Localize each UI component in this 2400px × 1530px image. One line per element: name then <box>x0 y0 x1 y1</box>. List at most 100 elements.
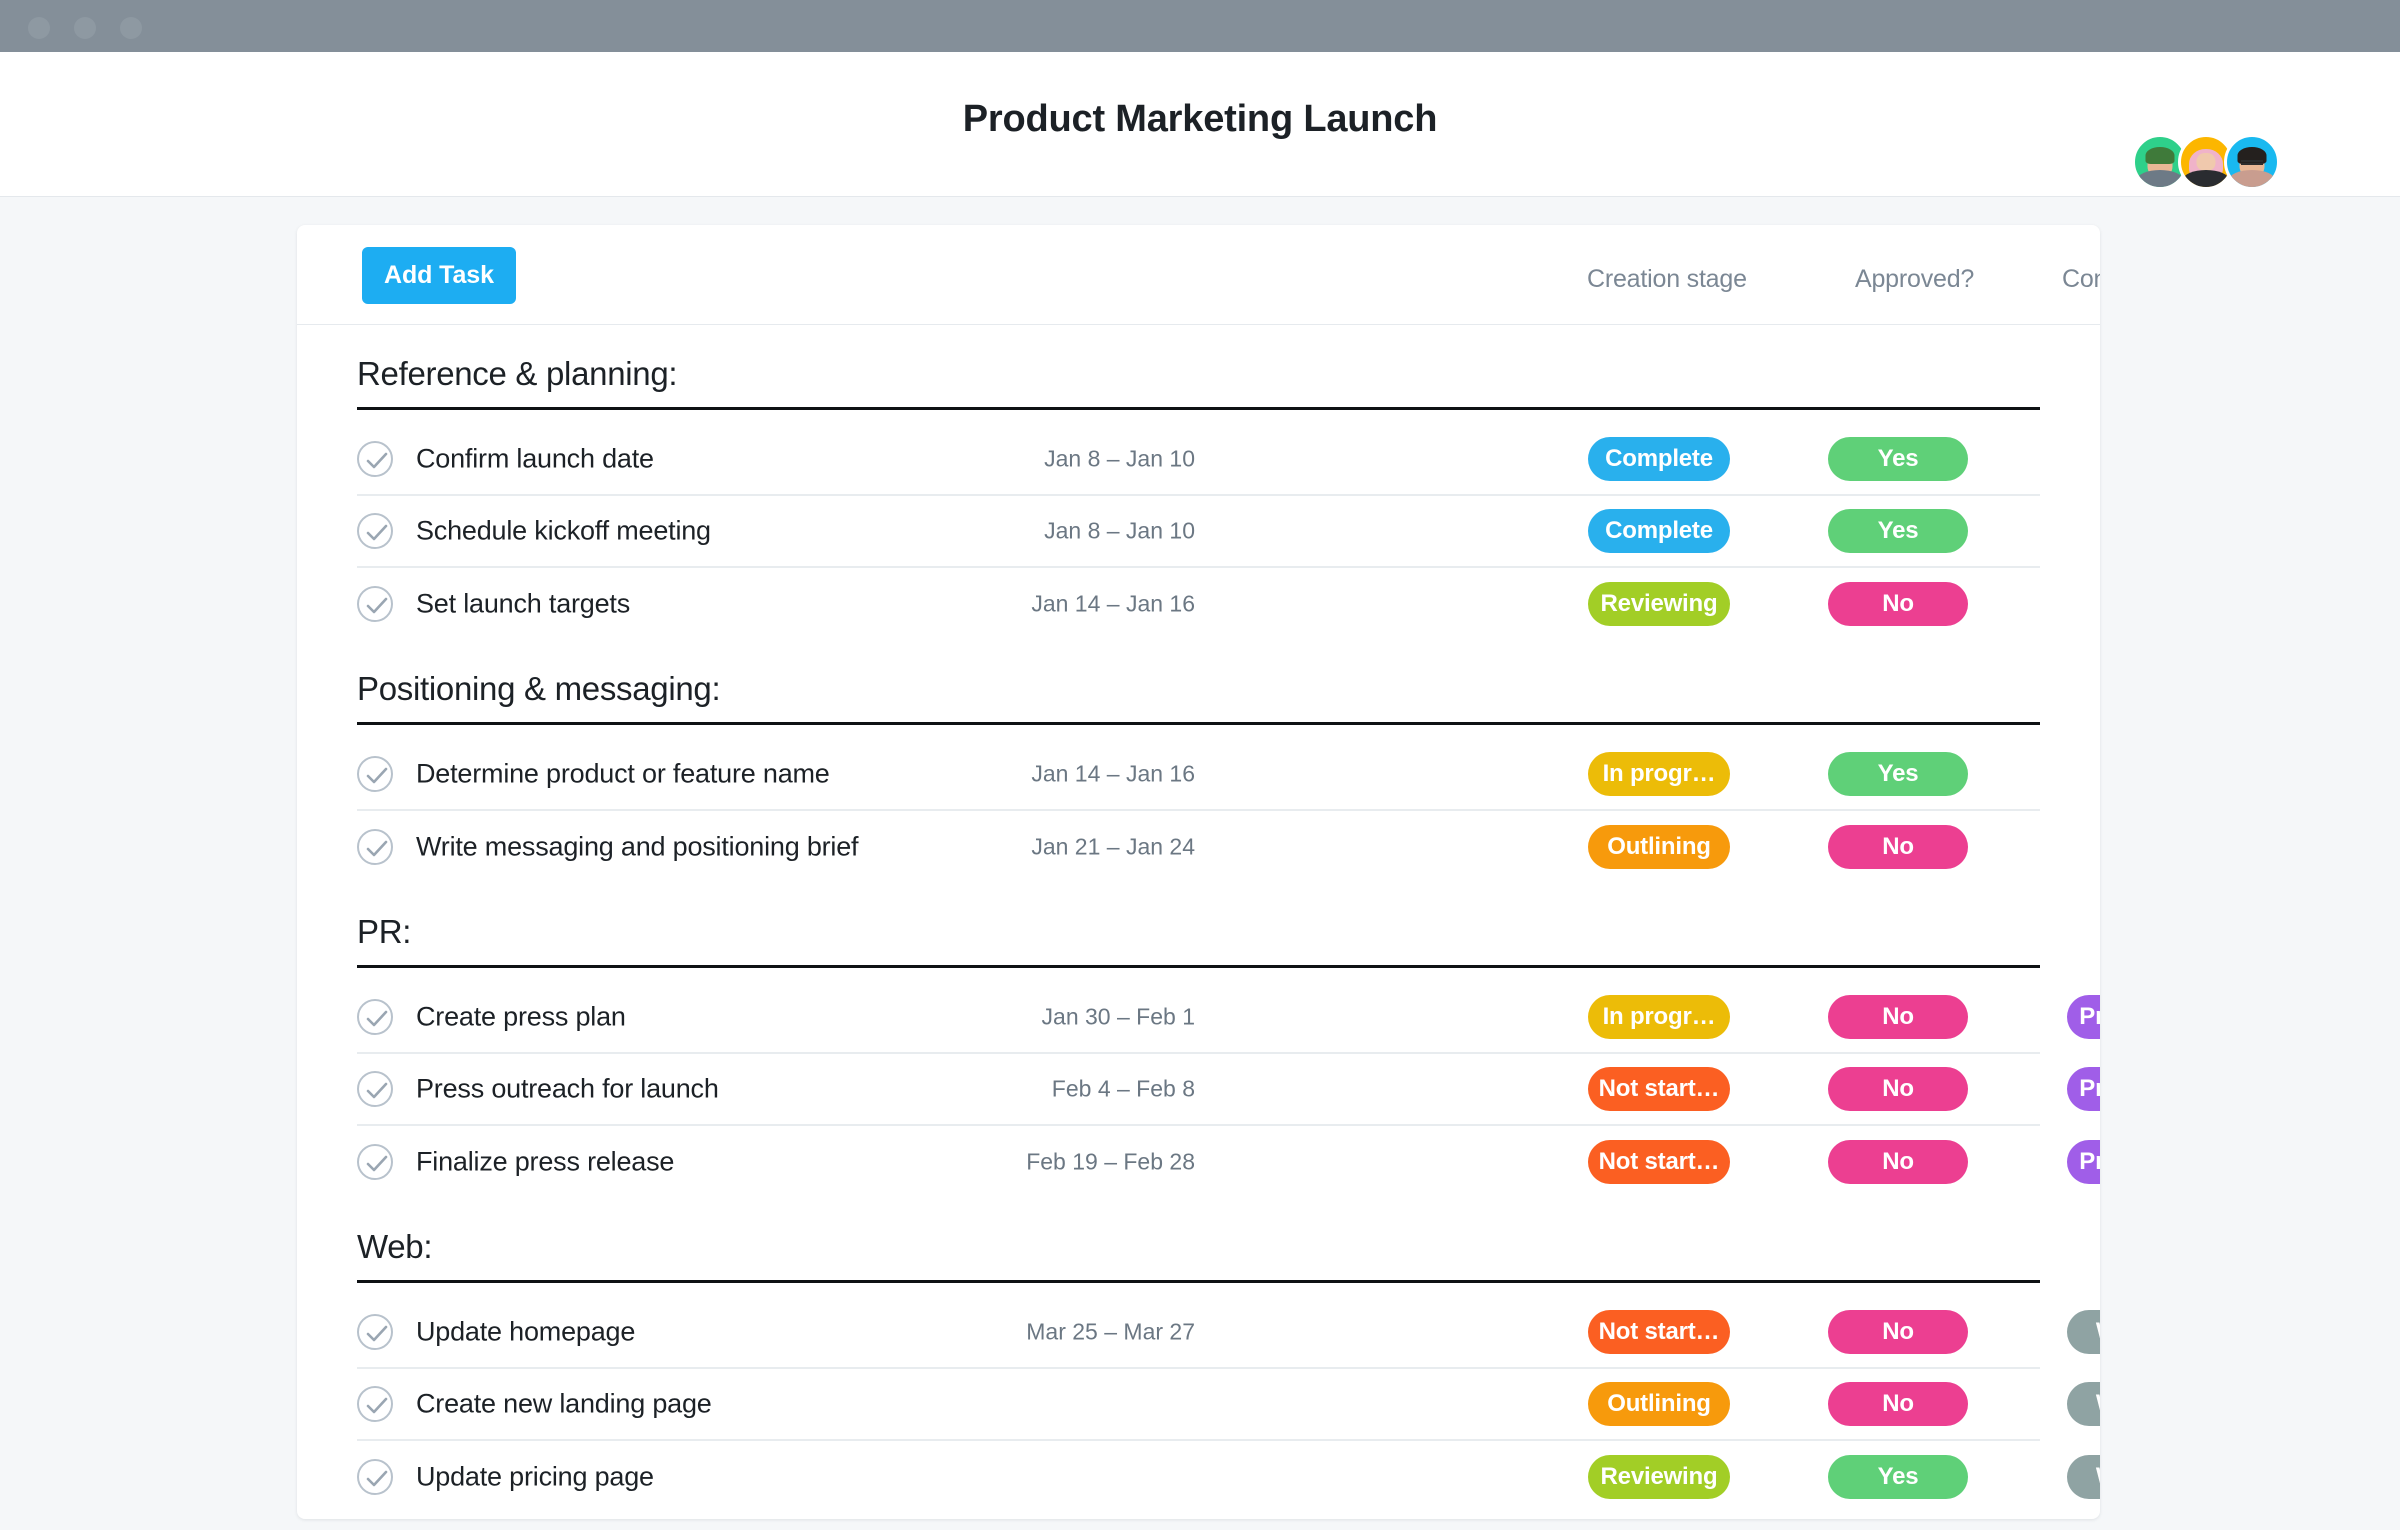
section-title[interactable]: Positioning & messaging: <box>297 640 2100 722</box>
task-approved-pill[interactable]: No <box>1828 1382 1968 1426</box>
task-name[interactable]: Set launch targets <box>416 589 630 620</box>
task-row[interactable]: Update homepage Mar 25 – Mar 27 Not start…… <box>357 1297 2100 1369</box>
task-creation-stage-pill[interactable]: Outlining <box>1588 1382 1730 1426</box>
column-header-approved[interactable]: Approved? <box>1855 265 1974 294</box>
task-row[interactable]: Press outreach for launch Feb 4 – Feb 8 No… <box>357 1054 2100 1126</box>
task-complete-checkbox[interactable] <box>357 1459 393 1495</box>
task-content-channel-pill[interactable]: Website <box>2067 1455 2100 1499</box>
task-content-channel-pill[interactable]: Website <box>2067 1310 2100 1354</box>
avatar-team-member-blue[interactable] <box>2224 134 2280 190</box>
check-icon <box>366 1470 388 1487</box>
check-icon <box>366 840 388 857</box>
section-title[interactable]: Reference & planning: <box>297 325 2100 407</box>
task-creation-stage-pill[interactable]: Outlining <box>1588 825 1730 869</box>
task-creation-stage-pill[interactable]: Reviewing <box>1588 1455 1730 1499</box>
check-icon <box>366 1325 388 1342</box>
column-headers: Creation stage Approved? Content channel <box>297 225 2100 325</box>
task-complete-checkbox[interactable] <box>357 1386 393 1422</box>
avatar-face <box>2196 153 2216 171</box>
task-complete-checkbox[interactable] <box>357 756 393 792</box>
column-header-creation-stage[interactable]: Creation stage <box>1587 265 1747 294</box>
task-approved-pill[interactable]: Yes <box>1828 752 1968 796</box>
task-date-range[interactable]: Jan 14 – Jan 16 <box>1031 761 1195 788</box>
task-approved-pill[interactable]: Yes <box>1828 509 1968 553</box>
check-icon <box>366 597 388 614</box>
task-row[interactable]: Create new landing page Outlining No Websit… <box>357 1369 2100 1441</box>
task-name[interactable]: Press outreach for launch <box>416 1074 719 1105</box>
task-creation-stage-pill[interactable]: Not start… <box>1588 1067 1730 1111</box>
task-approved-pill[interactable]: No <box>1828 1067 1968 1111</box>
check-icon <box>366 1397 388 1414</box>
task-date-range[interactable]: Jan 30 – Feb 1 <box>1042 1004 1195 1031</box>
check-icon <box>366 1155 388 1172</box>
team-avatar-group <box>2132 134 2280 190</box>
task-row[interactable]: Update pricing page Reviewing Yes Website <box>357 1441 2100 1513</box>
minimize-window-icon[interactable] <box>74 17 96 39</box>
task-name[interactable]: Write messaging and positioning brief <box>416 832 859 863</box>
task-creation-stage-pill[interactable]: In progr… <box>1588 752 1730 796</box>
task-row[interactable]: Confirm launch date Jan 8 – Jan 10 Complet… <box>357 424 2040 496</box>
task-date-range[interactable]: Jan 21 – Jan 24 <box>1031 834 1195 861</box>
task-name[interactable]: Create press plan <box>416 1002 626 1033</box>
task-date-range[interactable]: Jan 8 – Jan 10 <box>1044 446 1195 473</box>
task-section: Positioning & messaging: Determine produc… <box>297 640 2100 883</box>
task-complete-checkbox[interactable] <box>357 1071 393 1107</box>
task-date-range[interactable]: Feb 19 – Feb 28 <box>1026 1149 1195 1176</box>
task-approved-pill[interactable]: No <box>1828 582 1968 626</box>
close-window-icon[interactable] <box>28 17 50 39</box>
section-title[interactable]: Web: <box>297 1198 2100 1280</box>
task-approved-pill[interactable]: No <box>1828 995 1968 1039</box>
avatar-hair <box>2145 146 2175 164</box>
task-approved-pill[interactable]: Yes <box>1828 1455 1968 1499</box>
task-row[interactable]: Determine product or feature name Jan 14 … <box>357 739 2040 811</box>
task-name[interactable]: Determine product or feature name <box>416 759 830 790</box>
task-complete-checkbox[interactable] <box>357 1314 393 1350</box>
task-row[interactable]: Create press plan Jan 30 – Feb 1 In progr…… <box>357 982 2100 1054</box>
task-row[interactable]: Write messaging and positioning brief Jan… <box>357 811 2040 883</box>
task-creation-stage-pill[interactable]: Complete <box>1588 509 1730 553</box>
glasses-icon <box>2241 160 2263 165</box>
app-header: Product Marketing Launch <box>0 52 2400 197</box>
task-row[interactable]: Set launch targets Jan 14 – Jan 16 Reviewi… <box>357 568 2040 640</box>
task-row[interactable]: Schedule kickoff meeting Jan 8 – Jan 10 Co… <box>357 496 2040 568</box>
task-complete-checkbox[interactable] <box>357 829 393 865</box>
task-content-channel-pill[interactable]: Press rel… <box>2067 995 2100 1039</box>
avatar-body <box>2183 170 2229 187</box>
task-creation-stage-pill[interactable]: Complete <box>1588 437 1730 481</box>
column-header-content-channel[interactable]: Content channel <box>2062 265 2100 294</box>
task-name[interactable]: Schedule kickoff meeting <box>416 516 711 547</box>
task-complete-checkbox[interactable] <box>357 441 393 477</box>
task-approved-pill[interactable]: No <box>1828 1310 1968 1354</box>
task-content-channel-pill[interactable]: Press rel… <box>2067 1140 2100 1184</box>
task-approved-pill[interactable]: No <box>1828 825 1968 869</box>
window-title-bar <box>0 0 2400 52</box>
task-name[interactable]: Finalize press release <box>416 1147 674 1178</box>
task-name[interactable]: Confirm launch date <box>416 444 654 475</box>
task-date-range[interactable]: Mar 25 – Mar 27 <box>1026 1319 1195 1346</box>
task-creation-stage-pill[interactable]: Not start… <box>1588 1310 1730 1354</box>
section-title[interactable]: PR: <box>297 883 2100 965</box>
task-creation-stage-pill[interactable]: Reviewing <box>1588 582 1730 626</box>
task-date-range[interactable]: Jan 8 – Jan 10 <box>1044 518 1195 545</box>
task-complete-checkbox[interactable] <box>357 999 393 1035</box>
maximize-window-icon[interactable] <box>120 17 142 39</box>
task-complete-checkbox[interactable] <box>357 586 393 622</box>
avatar-body <box>2137 170 2183 187</box>
task-creation-stage-pill[interactable]: In progr… <box>1588 995 1730 1039</box>
task-complete-checkbox[interactable] <box>357 1144 393 1180</box>
task-approved-pill[interactable]: Yes <box>1828 437 1968 481</box>
task-name[interactable]: Create new landing page <box>416 1389 712 1420</box>
task-creation-stage-pill[interactable]: Not start… <box>1588 1140 1730 1184</box>
task-date-range[interactable]: Feb 4 – Feb 8 <box>1052 1076 1195 1103</box>
task-approved-pill[interactable]: No <box>1828 1140 1968 1184</box>
task-content-channel-pill[interactable]: Website <box>2067 1382 2100 1426</box>
task-section: PR: Create press plan Jan 30 – Feb 1 In pro… <box>297 883 2100 1198</box>
task-complete-checkbox[interactable] <box>357 513 393 549</box>
task-date-range[interactable]: Jan 14 – Jan 16 <box>1031 591 1195 618</box>
check-icon <box>366 767 388 784</box>
task-name[interactable]: Update homepage <box>416 1317 635 1348</box>
task-row[interactable]: Finalize press release Feb 19 – Feb 28 Not… <box>357 1126 2100 1198</box>
task-name[interactable]: Update pricing page <box>416 1462 654 1493</box>
task-content-channel-pill[interactable]: Press rel… <box>2067 1067 2100 1111</box>
